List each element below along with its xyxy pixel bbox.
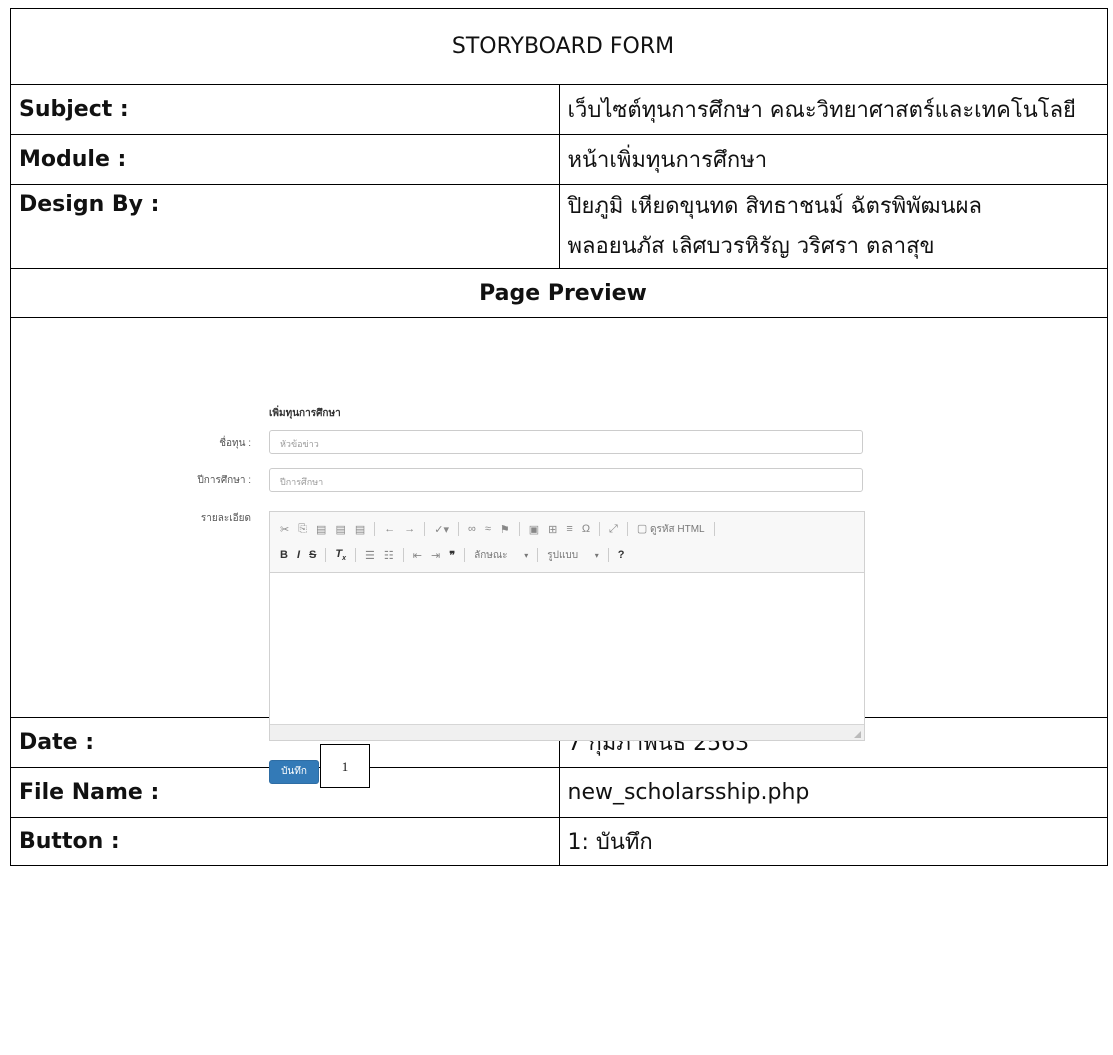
style-dropdown[interactable]: รูปแบบ ▾: [547, 548, 599, 563]
rich-text-editor[interactable]: ✂ ⎘ ▤ ▤ ▤ ← → ✓▾ ∞ ≈ ⚑ ▣ ⊞ ≡ Ω ⤢ ▢ ดูรหั…: [269, 511, 865, 741]
help-icon[interactable]: ?: [618, 549, 625, 561]
editor-toolbar-row-2: B I S Tx ☰ ☷ ⇤ ⇥ ❞ ลักษณะ ▾ รูปแบบ ▾ ?: [280, 546, 625, 564]
source-icon: ▢: [636, 522, 648, 535]
undo-icon[interactable]: ←: [384, 523, 395, 535]
bulleted-list-icon[interactable]: ☷: [384, 549, 394, 562]
bold-icon[interactable]: B: [280, 549, 288, 561]
cut-icon[interactable]: ✂: [280, 523, 289, 536]
editor-content-area[interactable]: [270, 572, 864, 727]
scholarship-name-input[interactable]: หัวข้อข่าว: [269, 430, 863, 454]
save-button[interactable]: บันทึก: [269, 760, 319, 784]
format-dropdown-label: ลักษณะ: [474, 549, 508, 561]
storyboard-sheet: STORYBOARD FORM Subject : เว็บไซต์ทุนการ…: [10, 8, 1108, 1048]
design-by-value: ปิยภูมิ เหียดขุนทด สิทธาชนม์ ฉัตรพิพัฒนผ…: [558, 184, 1108, 269]
academic-year-input[interactable]: ปีการศึกษา: [269, 468, 863, 492]
maximize-icon[interactable]: ⤢: [609, 523, 618, 536]
blockquote-icon[interactable]: ❞: [449, 549, 455, 562]
toolbar-separator: [424, 522, 426, 536]
source-button[interactable]: ▢ ดูรหัส HTML: [637, 522, 705, 537]
toolbar-separator: [464, 548, 466, 562]
copy-icon[interactable]: ⎘: [298, 523, 307, 536]
scholarship-name-placeholder: หัวข้อข่าว: [280, 439, 319, 449]
toolbar-separator: [325, 548, 327, 562]
form-title: STORYBOARD FORM: [10, 8, 1108, 85]
preview-mockup: เพิ่มทุนการศึกษา ชื่อทุน : หัวข้อข่าว ปี…: [11, 318, 1107, 788]
subject-value: เว็บไซต์ทุนการศึกษา คณะวิทยาศาสตร์และเทค…: [558, 84, 1108, 135]
storyboard-table: STORYBOARD FORM Subject : เว็บไซต์ทุนการ…: [10, 8, 1108, 866]
preview-form-title: เพิ่มทุนการศึกษา: [269, 408, 341, 419]
paste-icon[interactable]: ▤: [316, 523, 326, 536]
special-char-icon[interactable]: Ω: [582, 523, 590, 535]
designers-line-1: ปิยภูมิ เหียดขุนทด สิทธาชนม์ ฉัตรพิพัฒนผ…: [567, 193, 982, 219]
editor-toolbar-row-1: ✂ ⎘ ▤ ▤ ▤ ← → ✓▾ ∞ ≈ ⚑ ▣ ⊞ ≡ Ω ⤢ ▢ ดูรหั…: [280, 520, 715, 538]
page-preview-area: เพิ่มทุนการศึกษา ชื่อทุน : หัวข้อข่าว ปี…: [10, 317, 1108, 788]
table-icon[interactable]: ⊞: [548, 523, 557, 536]
details-label: รายละเอียด: [200, 513, 251, 524]
italic-icon[interactable]: I: [297, 549, 300, 561]
chevron-down-icon: ▾: [524, 550, 529, 560]
toolbar-separator: [518, 522, 520, 536]
module-label: Module :: [10, 134, 560, 185]
file-name-value: new_scholarsship.php: [558, 767, 1108, 818]
style-dropdown-label: รูปแบบ: [547, 549, 579, 561]
link-icon[interactable]: ∞: [468, 523, 476, 535]
toolbar-separator: [537, 548, 539, 562]
strikethrough-icon[interactable]: S: [309, 549, 316, 561]
anchor-flag-icon[interactable]: ⚑: [500, 523, 510, 536]
remove-format-icon[interactable]: Tx: [335, 548, 346, 562]
horizontal-line-icon[interactable]: ≡: [566, 523, 572, 535]
redo-icon[interactable]: →: [404, 523, 415, 535]
subject-label: Subject :: [10, 84, 560, 135]
toolbar-separator: [713, 522, 715, 536]
source-label: ดูรหัส HTML: [650, 523, 705, 535]
paste-text-icon[interactable]: ▤: [335, 523, 345, 536]
toolbar-separator: [607, 548, 609, 562]
toolbar-separator: [599, 522, 601, 536]
spellcheck-icon[interactable]: ✓▾: [434, 523, 449, 536]
design-by-label-text: Design By :: [19, 192, 160, 217]
academic-year-placeholder: ปีการศึกษา: [280, 477, 324, 487]
scholarship-name-label: ชื่อทุน :: [219, 438, 251, 449]
callout-number-box: 1: [320, 744, 370, 788]
outdent-icon[interactable]: ⇤: [413, 549, 422, 562]
toolbar-separator: [402, 548, 404, 562]
chevron-down-icon: ▾: [594, 550, 599, 560]
indent-icon[interactable]: ⇥: [431, 549, 440, 562]
unlink-icon[interactable]: ≈: [485, 523, 491, 535]
resize-handle-icon[interactable]: [854, 731, 861, 738]
academic-year-label: ปีการศึกษา :: [197, 475, 251, 486]
designers-line-2: พลอยนภัส เลิศบวรหิรัญ วริศรา ตลาสุข: [567, 233, 935, 259]
format-dropdown[interactable]: ลักษณะ ▾: [474, 548, 528, 563]
button-value: 1: บันทึก: [558, 817, 1108, 866]
paste-word-icon[interactable]: ▤: [355, 523, 365, 536]
toolbar-separator: [374, 522, 376, 536]
design-by-label: Design By :: [10, 184, 560, 269]
page-preview-heading: Page Preview: [10, 268, 1108, 318]
toolbar-separator: [458, 522, 459, 536]
toolbar-separator: [355, 548, 356, 562]
toolbar-separator: [626, 522, 628, 536]
numbered-list-icon[interactable]: ☰: [365, 549, 375, 562]
editor-status-bar: [270, 724, 864, 740]
editor-toolbar: ✂ ⎘ ▤ ▤ ▤ ← → ✓▾ ∞ ≈ ⚑ ▣ ⊞ ≡ Ω ⤢ ▢ ดูรหั…: [270, 512, 864, 573]
image-icon[interactable]: ▣: [529, 523, 539, 536]
button-label: Button :: [10, 817, 560, 866]
module-value: หน้าเพิ่มทุนการศึกษา: [558, 134, 1108, 185]
